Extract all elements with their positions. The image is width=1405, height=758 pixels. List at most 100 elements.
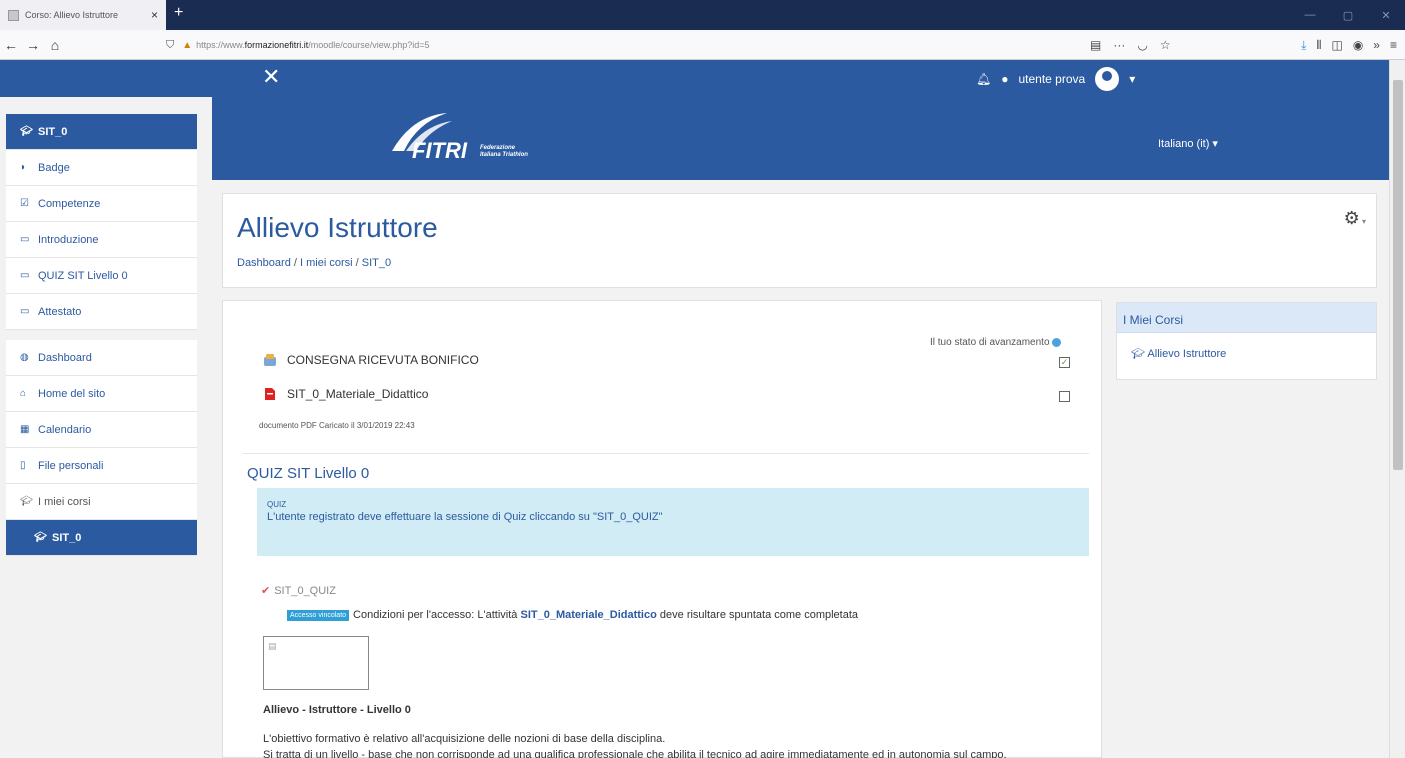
quiz-icon: ✔ xyxy=(261,585,271,597)
browser-tab[interactable]: Corso: Allievo Istruttore × xyxy=(0,0,166,30)
drawer-item-competenze[interactable]: ☑ Competenze xyxy=(6,186,197,222)
reader-icon[interactable]: ▤ xyxy=(1090,38,1101,52)
url-path: /moodle/course/view.php?id=5 xyxy=(308,40,430,50)
drawer-item-calendario[interactable]: ▦ Calendario xyxy=(6,412,197,448)
restricted-badge: Accesso vincolato xyxy=(287,609,350,621)
drawer-item-file-personali[interactable]: ▯ File personali xyxy=(6,448,197,484)
drawer-item-label: Dashboard xyxy=(38,351,92,364)
account-icon[interactable]: ◉ xyxy=(1353,38,1363,52)
restriction-post: deve risultare spuntata come completata xyxy=(659,609,859,621)
toolbar-icons: ⤓ ⫴ ◫ ◉ » ≡ xyxy=(1301,30,1397,60)
tab-close-icon[interactable]: × xyxy=(151,8,158,22)
drawer-item-attestato[interactable]: ▭ Attestato xyxy=(6,294,197,330)
graduation-cap-icon: 🎓︎ xyxy=(20,126,33,137)
maximize-icon[interactable]: ▢ xyxy=(1329,9,1367,22)
help-icon[interactable] xyxy=(1052,337,1062,347)
favicon-icon xyxy=(8,9,19,21)
gear-icon[interactable]: ⚙ ▾ xyxy=(1344,208,1366,229)
course-description-1: L'obiettivo formativo è relativo all'acq… xyxy=(263,733,666,745)
drawer-item-home[interactable]: ⌂ Home del sito xyxy=(6,376,197,412)
shield-icon: ⛉ xyxy=(166,38,175,51)
breadcrumb-course[interactable]: SIT_0 xyxy=(362,257,391,269)
site-header: ✕ 🔔︎ ● utente prova ▾ xyxy=(0,60,1397,97)
course-name: Allievo - Istruttore - Livello 0 xyxy=(263,704,411,716)
fitri-logo: FITRI Federazione Italiana Triathlon xyxy=(392,113,528,161)
back-icon[interactable]: ← xyxy=(0,37,22,53)
activity-consegna[interactable]: CONSEGNA RICEVUTA BONIFICO xyxy=(263,353,479,367)
forward-icon[interactable]: → xyxy=(22,37,44,53)
broken-image: ▤ xyxy=(263,636,369,690)
drawer-item-label: Competenze xyxy=(38,197,101,210)
download-icon[interactable]: ⤓ xyxy=(1301,38,1306,53)
block-course-link[interactable]: 🎓︎ Allievo Istruttore xyxy=(1117,333,1376,374)
user-menu-caret-icon[interactable]: ▾ xyxy=(1129,72,1135,86)
quiz-label: QUIZ xyxy=(267,500,287,509)
course-header: Allievo Istruttore Dashboard / I miei co… xyxy=(222,193,1377,288)
library-icon[interactable]: ⫴ xyxy=(1316,38,1321,53)
restriction-activity-link[interactable]: SIT_0_Materiale_Didattico xyxy=(521,609,657,621)
activity-title: SIT_0_QUIZ xyxy=(274,584,336,597)
activity-materiale[interactable]: SIT_0_Materiale_Didattico xyxy=(263,387,428,401)
block-course-label[interactable]: Allievo Istruttore xyxy=(1147,348,1226,360)
minimize-icon[interactable]: — xyxy=(1291,9,1329,21)
tab-title: Corso: Allievo Istruttore xyxy=(25,10,119,20)
window-close-icon[interactable]: ✕ xyxy=(1367,9,1405,22)
sidebar-icon[interactable]: ◫ xyxy=(1331,38,1342,52)
messages-icon[interactable]: ● xyxy=(1001,72,1008,86)
language-selector[interactable]: Italiano (it) ▾ xyxy=(1158,137,1218,150)
section-divider xyxy=(243,453,1089,454)
scrollbar-thumb[interactable] xyxy=(1393,80,1403,470)
menu-icon[interactable]: ≡ xyxy=(1390,38,1397,52)
page-title: Allievo Istruttore xyxy=(237,212,438,243)
user-menu: 🔔︎ ● utente prova ▾ xyxy=(976,60,1135,97)
activity-title[interactable]: CONSEGNA RICEVUTA BONIFICO xyxy=(287,353,479,367)
page-scrollbar[interactable] xyxy=(1389,60,1405,758)
folder-icon: ▭ xyxy=(20,306,30,317)
drawer-item-current-course[interactable]: 🎓︎ SIT_0 xyxy=(6,520,197,556)
notifications-bell-icon[interactable]: 🔔︎ xyxy=(976,72,991,86)
completion-checkbox-checked[interactable]: ✓ xyxy=(1059,357,1070,368)
graduation-cap-icon: 🎓︎ xyxy=(34,532,47,543)
drawer-item-label: Calendario xyxy=(38,423,92,436)
breadcrumb-miei-corsi[interactable]: I miei corsi xyxy=(300,257,353,269)
pocket-icon[interactable]: ◡ xyxy=(1137,38,1147,52)
activity-meta: documento PDF Caricato il 3/01/2019 22:4… xyxy=(259,421,415,430)
completion-checkbox[interactable] xyxy=(1059,391,1070,402)
my-courses-block: I Miei Corsi 🎓︎ Allievo Istruttore xyxy=(1116,302,1377,380)
breadcrumb-dashboard[interactable]: Dashboard xyxy=(237,257,291,269)
graduation-cap-icon: 🎓︎ xyxy=(20,496,33,507)
file-icon: ▯ xyxy=(20,460,26,471)
url-domain: formazionefitri.it xyxy=(244,40,309,50)
progress-label: Il tuo stato di avanzamento xyxy=(930,337,1062,348)
graduation-cap-icon: 🎓︎ xyxy=(1131,348,1145,360)
folder-icon: ▭ xyxy=(20,270,30,281)
section-title: QUIZ SIT Livello 0 xyxy=(247,465,370,482)
activity-title[interactable]: SIT_0_Materiale_Didattico xyxy=(287,387,428,401)
drawer-toggle-close-icon[interactable]: ✕ xyxy=(262,64,280,90)
more-icon[interactable]: ··· xyxy=(1113,38,1125,52)
user-name[interactable]: utente prova xyxy=(1018,72,1085,86)
overflow-icon[interactable]: » xyxy=(1373,38,1380,52)
url-prefix: https://www. xyxy=(196,40,245,50)
home-icon[interactable]: ⌂ xyxy=(44,37,66,53)
block-title: I Miei Corsi xyxy=(1117,303,1376,333)
url-bar[interactable]: ⛉ ▲ https://www. formazionefitri.it/moodl… xyxy=(160,34,1170,56)
logo-brand-text: FITRI xyxy=(412,138,468,161)
drawer-item-dashboard[interactable]: ◍ Dashboard xyxy=(6,340,197,376)
drawer-item-quiz[interactable]: ▭ QUIZ SIT Livello 0 xyxy=(6,258,197,294)
home-icon: ⌂ xyxy=(20,388,27,399)
drawer-item-course[interactable]: 🎓︎ SIT_0 xyxy=(6,114,197,150)
drawer-item-label: SIT_0 xyxy=(38,125,68,138)
drawer-item-badge[interactable]: ◗ Badge xyxy=(6,150,197,186)
broken-image-icon: ▤ xyxy=(268,641,277,651)
restriction-pre: Condizioni per l'accesso: L'attività xyxy=(353,609,518,621)
activity-quiz: ✔ SIT_0_QUIZ xyxy=(261,584,336,598)
avatar[interactable] xyxy=(1095,66,1120,91)
pdf-icon xyxy=(265,388,275,400)
logo-sub-text-1: Federazione xyxy=(480,145,516,151)
bookmark-star-icon[interactable]: ☆ xyxy=(1160,38,1171,52)
drawer-item-introduzione[interactable]: ▭ Introduzione xyxy=(6,222,197,258)
new-tab-button[interactable]: + xyxy=(174,4,183,22)
drawer-item-miei-corsi: 🎓︎ I miei corsi xyxy=(6,484,197,520)
drawer-item-label: SIT_0 xyxy=(52,531,82,544)
